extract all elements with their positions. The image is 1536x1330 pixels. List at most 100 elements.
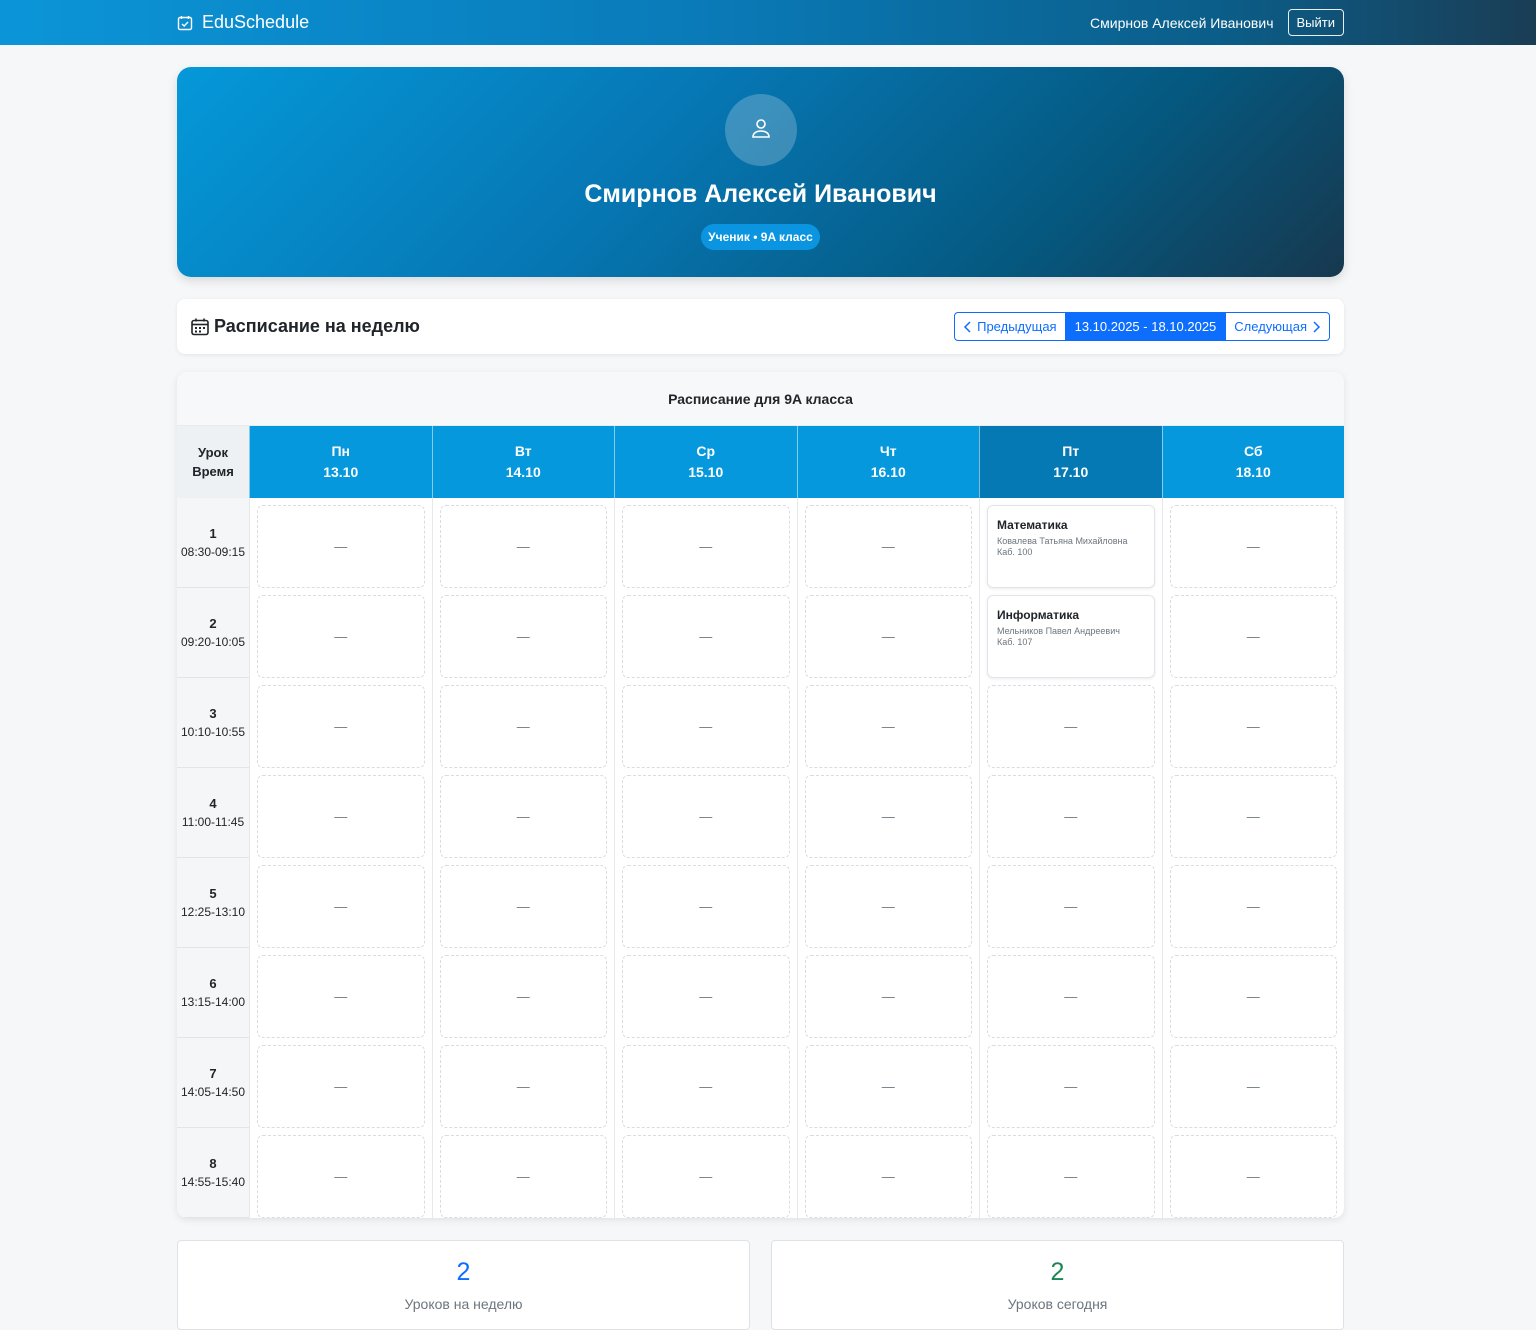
empty-slot: —: [987, 685, 1155, 768]
empty-slot: —: [1169, 595, 1337, 678]
day-date: 16.10: [870, 464, 906, 480]
empty-slot: —: [622, 685, 790, 768]
empty-slot: —: [257, 775, 425, 858]
period-time: 14:05-14:50: [180, 1084, 246, 1099]
period-cell: 1 08:30-09:15: [177, 498, 249, 588]
period-time: 11:00-11:45: [181, 814, 245, 829]
lesson-card[interactable]: Математика Ковалева Татьяна Михайловна Каб…: [987, 505, 1155, 588]
empty-slot: —: [439, 505, 607, 588]
schedule-cell: —: [614, 948, 797, 1038]
schedule-cell: —: [979, 858, 1162, 948]
empty-slot: —: [804, 1135, 972, 1218]
day-header: Пт 17.10: [979, 426, 1162, 498]
schedule-cell: —: [979, 1128, 1162, 1218]
schedule-cell: —: [1161, 858, 1345, 948]
period-number: 8: [209, 1155, 217, 1171]
lesson-card[interactable]: Информатика Мельников Павел Андреевич Каб.…: [987, 595, 1155, 678]
day-header: Пн 13.10: [249, 426, 432, 498]
week-range: 13.10.2025 - 18.10.2025: [1065, 312, 1226, 341]
schedule-cell: —: [1161, 588, 1345, 678]
empty-slot: —: [804, 955, 972, 1038]
day-date: 17.10: [1053, 464, 1089, 480]
empty-slot: —: [257, 955, 425, 1038]
day-header: Сб 18.10: [1161, 426, 1344, 498]
empty-slot: —: [257, 865, 425, 948]
schedule-cell: —: [431, 858, 615, 948]
empty-slot: —: [439, 595, 607, 678]
empty-slot: —: [622, 595, 790, 678]
period-time: 10:10-10:55: [180, 724, 246, 739]
previous-week-button[interactable]: Предыдущая: [954, 312, 1066, 341]
day-date: 15.10: [688, 464, 724, 480]
schedule-cell: —: [249, 768, 432, 858]
day-name: Сб: [1243, 443, 1263, 459]
schedule-cell: Математика Ковалева Татьяна Михайловна Каб…: [979, 498, 1162, 588]
period-cell: 4 11:00-11:45: [177, 768, 249, 858]
chevron-left-icon: [963, 320, 973, 333]
schedule-cell: —: [614, 1038, 797, 1128]
stat-week-lessons: 2 Уроков на неделю: [177, 1240, 750, 1330]
empty-slot: —: [804, 505, 972, 588]
empty-slot: —: [804, 595, 972, 678]
empty-slot: —: [1169, 955, 1337, 1038]
empty-slot: —: [439, 685, 607, 768]
schedule-cell: —: [431, 588, 615, 678]
schedule-cell: —: [249, 1038, 432, 1128]
stat-today-value: 2: [1050, 1258, 1065, 1286]
period-number: 1: [209, 525, 217, 541]
empty-slot: —: [439, 1135, 607, 1218]
schedule-cell: —: [614, 678, 797, 768]
period-number: 2: [209, 615, 217, 631]
schedule-cell: —: [431, 498, 615, 588]
schedule-cell: —: [796, 588, 980, 678]
day-name: Пт: [1062, 443, 1080, 459]
empty-slot: —: [257, 1045, 425, 1128]
period-cell: 7 14:05-14:50: [177, 1038, 249, 1128]
week-title: Расписание на неделю: [190, 299, 420, 354]
schedule-cell: —: [796, 1128, 980, 1218]
schedule-cell: —: [614, 858, 797, 948]
empty-slot: —: [1169, 505, 1337, 588]
empty-slot: —: [1169, 1045, 1337, 1128]
period-number: 6: [209, 975, 217, 991]
brand-link[interactable]: EduSchedule: [177, 0, 309, 45]
stat-today-label: Уроков сегодня: [1007, 1296, 1108, 1312]
schedule-cell: —: [979, 768, 1162, 858]
grid-corner-header: Урок Время: [177, 426, 249, 498]
schedule-cell: —: [796, 768, 980, 858]
day-name: Пн: [331, 443, 351, 459]
lesson-teacher: Мельников Павел Андреевич: [997, 626, 1120, 636]
day-name: Ср: [696, 443, 716, 459]
schedule-cell: —: [614, 498, 797, 588]
schedule-cell: Информатика Мельников Павел Андреевич Каб.…: [979, 588, 1162, 678]
lesson-subject: Информатика: [997, 608, 1080, 622]
period-time: 14:55-15:40: [180, 1174, 246, 1189]
empty-slot: —: [1169, 685, 1337, 768]
schedule-cell: —: [1161, 1128, 1345, 1218]
next-week-label: Следующая: [1234, 319, 1307, 334]
empty-slot: —: [804, 865, 972, 948]
empty-slot: —: [439, 1045, 607, 1128]
empty-slot: —: [987, 865, 1155, 948]
empty-slot: —: [987, 775, 1155, 858]
profile-name: Смирнов Алексей Иванович: [584, 180, 937, 208]
empty-slot: —: [257, 685, 425, 768]
empty-slot: —: [987, 1045, 1155, 1128]
schedule-cell: —: [614, 1128, 797, 1218]
lesson-room: Каб. 107: [997, 637, 1033, 647]
logout-button[interactable]: Выйти: [1287, 9, 1344, 36]
period-time: 09:20-10:05: [180, 634, 246, 649]
day-name: Вт: [514, 443, 532, 459]
schedule-cell: —: [614, 768, 797, 858]
schedule-cell: —: [796, 678, 980, 768]
next-week-button[interactable]: Следующая: [1225, 312, 1330, 341]
schedule-cell: —: [431, 768, 615, 858]
schedule-cell: —: [796, 948, 980, 1038]
schedule-title: Расписание для 9A класса: [177, 372, 1344, 426]
period-number: 5: [209, 885, 217, 901]
stat-today-lessons: 2 Уроков сегодня: [771, 1240, 1344, 1330]
schedule-cell: —: [979, 678, 1162, 768]
schedule-cell: —: [1161, 768, 1345, 858]
empty-slot: —: [622, 955, 790, 1038]
schedule-cell: —: [614, 588, 797, 678]
